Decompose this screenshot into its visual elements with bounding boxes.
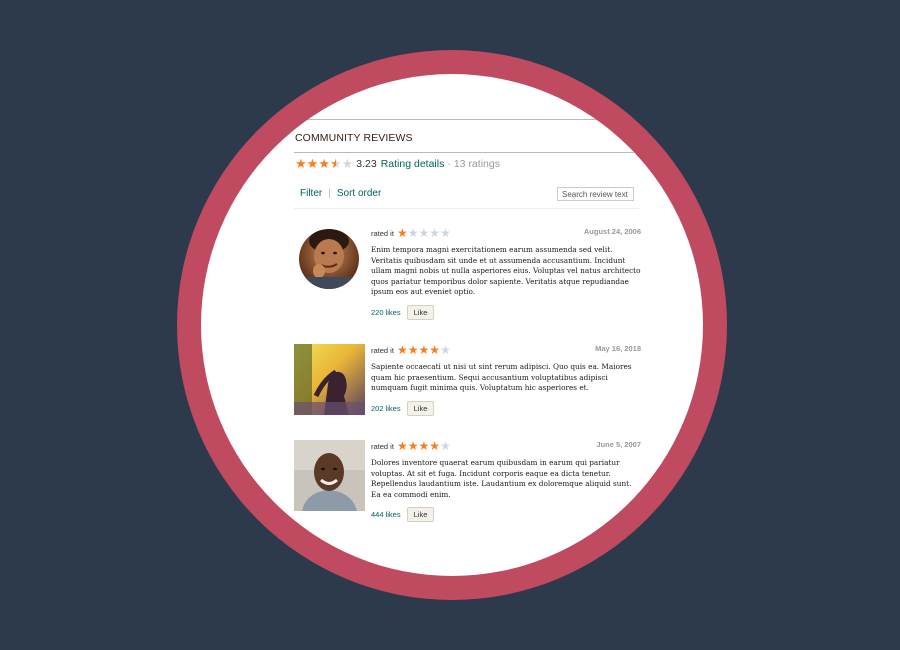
- divider: [294, 119, 639, 120]
- divider: [294, 152, 639, 153]
- review-stars: ★ ★ ★ ★ ★: [397, 440, 451, 452]
- star-icon: ★: [429, 343, 440, 357]
- review-actions: 220 likes Like: [371, 304, 642, 320]
- reviewer-avatar[interactable]: [299, 229, 359, 289]
- like-button[interactable]: Like: [406, 507, 435, 522]
- star-icon: ★: [429, 226, 440, 240]
- star-icon: ★: [396, 439, 408, 453]
- likes-count[interactable]: 444 likes: [371, 510, 401, 519]
- sort-order-link[interactable]: Sort order: [337, 188, 381, 199]
- separator: |: [328, 188, 331, 199]
- review-date[interactable]: June 5, 2007: [596, 440, 641, 449]
- review-date[interactable]: August 24, 2006: [584, 227, 641, 236]
- star-icon: ★: [295, 156, 307, 171]
- star-icon: ★: [407, 343, 419, 357]
- review-text: Dolores inventore quaerat earum quibusda…: [371, 458, 632, 499]
- star-icon: ★: [306, 156, 319, 171]
- review-stars: ★ ★ ★ ★ ★: [397, 344, 451, 356]
- reviewer-avatar[interactable]: [294, 344, 365, 415]
- star-icon: ★: [418, 226, 430, 240]
- review-body: rated it ★ ★ ★ ★ ★ June 5, 2007 Dolores …: [371, 440, 642, 522]
- star-icon: ★: [407, 439, 419, 453]
- ratings-count: 13 ratings: [453, 157, 500, 170]
- average-rating: 3.23: [356, 157, 377, 170]
- average-stars: ★ ★ ★ ★ ★: [295, 157, 353, 170]
- person-eating-photo-icon: [299, 229, 359, 289]
- likes-count[interactable]: 220 likes: [371, 308, 401, 317]
- search-review-input[interactable]: [557, 187, 634, 201]
- star-icon: ★: [341, 156, 354, 171]
- star-icon: ★: [396, 343, 408, 357]
- review-actions: 202 likes Like: [371, 400, 642, 416]
- reviewer-avatar[interactable]: [294, 440, 365, 511]
- review-date[interactable]: May 16, 2018: [595, 344, 641, 353]
- rating-details-link[interactable]: Rating details: [381, 158, 445, 170]
- review-text: Sapiente occaecati ut nisi ut sint rerum…: [371, 362, 632, 392]
- separator: ·: [447, 157, 451, 170]
- review-header: rated it ★ ★ ★ ★ ★ May 16, 2018: [371, 344, 642, 356]
- magnified-view: COMMUNITY REVIEWS ★ ★ ★ ★ ★ 3.23 Rating …: [201, 74, 703, 576]
- rated-label: rated it: [371, 228, 394, 238]
- review-header: rated it ★ ★ ★ ★ ★ June 5, 2007: [371, 440, 642, 452]
- divider: [294, 208, 639, 209]
- rated-label: rated it: [371, 345, 394, 355]
- rated-label: rated it: [371, 441, 394, 451]
- review-header: rated it ★ ★ ★ ★ ★ August 24, 2006: [371, 227, 642, 239]
- review-body: rated it ★ ★ ★ ★ ★ May 16, 2018 Sapiente…: [371, 344, 642, 416]
- star-icon: ★: [440, 343, 451, 357]
- star-icon: ★: [440, 439, 451, 453]
- half-star-icon: ★: [329, 156, 342, 171]
- star-icon: ★: [429, 439, 440, 453]
- filter-bar: Filter | Sort order: [300, 188, 381, 199]
- review-body: rated it ★ ★ ★ ★ ★ August 24, 2006 Enim …: [371, 227, 642, 320]
- review-actions: 444 likes Like: [371, 507, 642, 522]
- section-title: COMMUNITY REVIEWS: [295, 132, 413, 144]
- filter-link[interactable]: Filter: [300, 188, 322, 199]
- smiling-man-photo-icon: [294, 440, 365, 511]
- review-text: Enim tempora magni exercitationem earum …: [371, 245, 641, 296]
- likes-count[interactable]: 202 likes: [371, 404, 401, 413]
- silhouette-sunset-photo-icon: [294, 344, 365, 415]
- review-stars: ★ ★ ★ ★ ★: [397, 227, 451, 239]
- star-icon: ★: [418, 343, 430, 357]
- star-icon: ★: [440, 226, 451, 240]
- star-icon: ★: [407, 226, 419, 240]
- community-reviews-panel: COMMUNITY REVIEWS ★ ★ ★ ★ ★ 3.23 Rating …: [294, 74, 643, 576]
- star-icon: ★: [318, 156, 330, 171]
- like-button[interactable]: Like: [406, 304, 435, 320]
- star-icon: ★: [418, 439, 430, 453]
- star-icon: ★: [396, 226, 408, 240]
- rating-summary: ★ ★ ★ ★ ★ 3.23 Rating details · 13 ratin…: [295, 157, 500, 170]
- like-button[interactable]: Like: [406, 400, 435, 416]
